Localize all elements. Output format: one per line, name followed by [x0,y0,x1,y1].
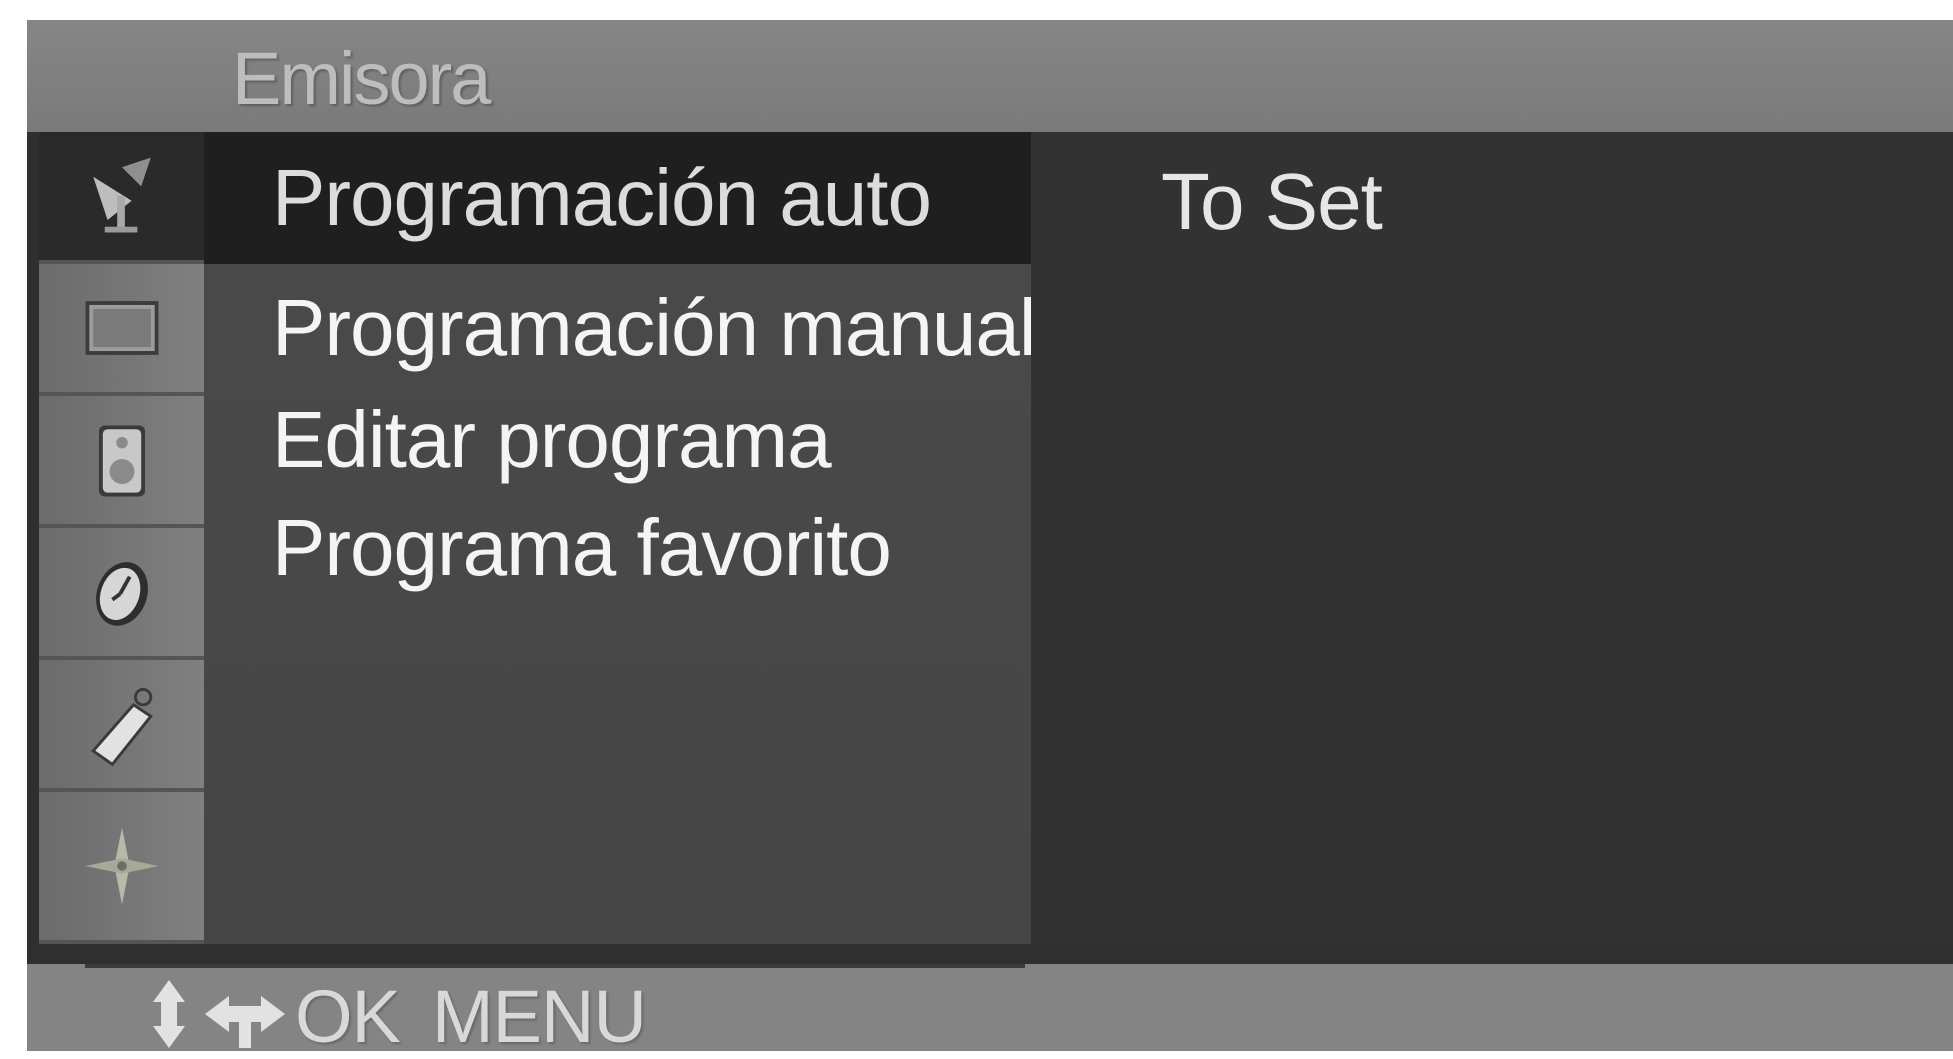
tab-audio[interactable] [39,396,204,528]
category-sidebar [39,132,204,944]
tv-osd-menu: Emisora Programación auto Programación m… [27,20,1953,1058]
footer-hint-bar: OK MENU [27,964,1953,1058]
menu-item-label: Programa favorito [272,503,892,592]
tab-setup[interactable] [39,792,204,944]
tab-station[interactable] [39,132,204,264]
menu-item-auto-programming[interactable]: Programación auto [204,132,1031,264]
tab-time[interactable] [39,528,204,660]
menu-item-edit-program[interactable]: Editar programa [204,384,1031,496]
menu-item-label: Programación auto [272,153,932,242]
clock-icon [95,562,148,626]
menu-item-label: Editar programa [272,395,832,484]
to-set-prompt[interactable]: To Set [1161,156,1383,248]
up-down-arrow-icon [153,980,185,1048]
satellite-dish-icon [92,157,151,233]
menu-title: Emisora [232,37,491,120]
speaker-icon [98,425,145,497]
left-right-arrow-icon [205,996,285,1048]
picture-icon [85,301,158,355]
menu-item-favorite-program[interactable]: Programa favorito [204,492,1031,604]
title-bar: Emisora [27,20,1953,132]
compass-icon [85,827,158,905]
ok-hint: OK [295,975,401,1058]
menu-item-label: Programación manual [272,283,1037,372]
tab-options[interactable] [39,660,204,792]
station-submenu: Programación auto Programación manual Ed… [204,132,1037,944]
tag-icon [90,688,153,767]
menu-item-manual-programming[interactable]: Programación manual [204,272,1037,384]
tab-picture[interactable] [39,264,204,396]
value-pane: To Set [1031,132,1953,944]
footer-divider [85,964,1025,968]
menu-content: Programación auto Programación manual Ed… [27,132,1953,964]
menu-hint: MENU [432,975,647,1058]
